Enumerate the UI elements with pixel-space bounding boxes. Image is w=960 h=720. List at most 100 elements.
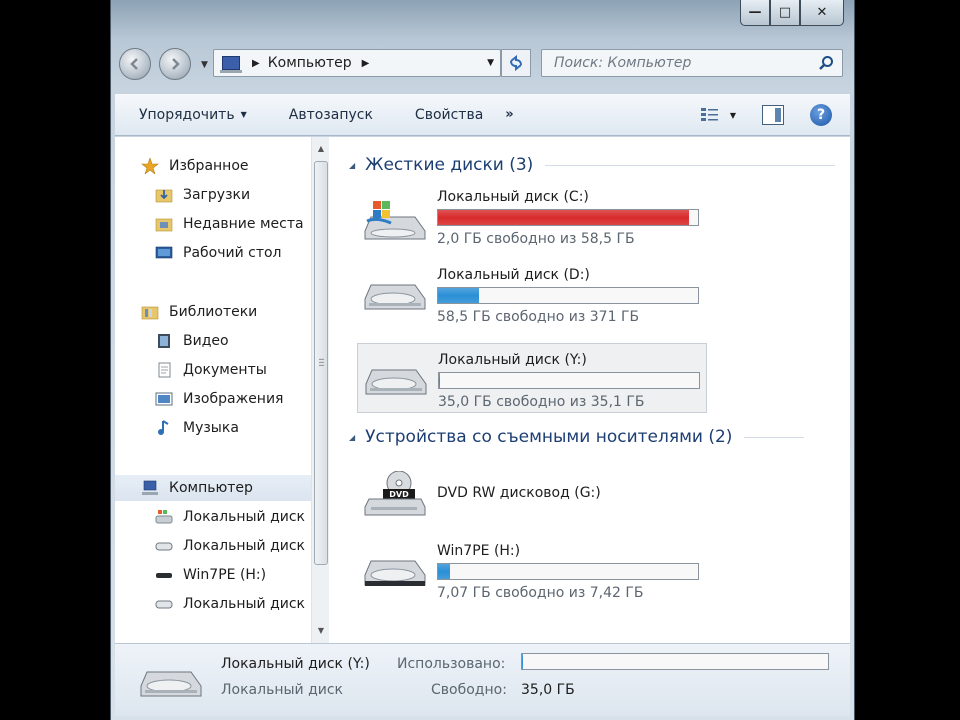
hard-drive-icon [140, 671, 202, 697]
drive-tile-dvd[interactable]: DVD DVD RW дисковод (G:) [357, 455, 707, 525]
recent-places-icon [155, 218, 173, 232]
music-library-icon [158, 420, 169, 435]
refresh-button[interactable] [501, 49, 531, 77]
caption-buttons: — □ ✕ [740, 0, 844, 26]
details-usage-bar [521, 653, 829, 670]
sidebar-item-documents[interactable]: Документы [115, 357, 267, 383]
star-icon [141, 158, 159, 174]
sidebar-item-pictures[interactable]: Изображения [115, 386, 283, 412]
sidebar-item-label: Win7PE (H:) [183, 567, 267, 583]
drive-usage-bar [437, 287, 699, 304]
details-used-label: Использовано: [397, 656, 506, 672]
scroll-up-icon[interactable]: ▲ [312, 139, 330, 157]
sidebar-item-drive[interactable]: Локальный диск [115, 591, 305, 617]
scrollbar-thumb[interactable]: ─ ─ ─ [314, 161, 328, 565]
search-input[interactable] [542, 50, 802, 76]
sidebar-group-label: Компьютер [169, 480, 253, 496]
sidebar-group-favorites[interactable]: Избранное [115, 153, 249, 179]
drive-usage-fill [438, 210, 690, 225]
back-button[interactable] [119, 48, 151, 80]
group-header-removable[interactable]: ◢ Устройства со съемными носителями (2) [349, 425, 805, 449]
address-bar[interactable]: ▶ Компьютер ▶ ▼ [213, 49, 501, 77]
help-icon[interactable]: ? [810, 104, 832, 126]
drive-tile-usb[interactable]: Win7PE (H:) 7,07 ГБ свободно из 7,42 ГБ [357, 535, 707, 605]
content-pane: ◢ Жесткие диски (3) Локальный диск (C:) … [329, 137, 850, 643]
drive-name: DVD RW дисковод (G:) [437, 485, 601, 501]
drive-tile-d[interactable]: Локальный диск (D:) 58,5 ГБ свободно из … [357, 259, 707, 329]
drive-tile-c[interactable]: Локальный диск (C:) 2,0 ГБ свободно из 5… [357, 181, 707, 251]
group-header-hard-disks[interactable]: ◢ Жесткие диски (3) [349, 153, 836, 177]
details-free-value: 35,0 ГБ [521, 682, 575, 698]
sidebar-item-music[interactable]: Музыка [115, 415, 239, 441]
details-drive-type: Локальный диск [221, 682, 344, 698]
sidebar-group-computer[interactable]: Компьютер [115, 475, 311, 501]
change-view-icon[interactable] [700, 106, 720, 124]
usb-drive-icon [364, 560, 426, 586]
address-dropdown-icon[interactable]: ▼ [487, 58, 494, 68]
sidebar-item-label: Изображения [183, 391, 284, 407]
sidebar-group-libraries[interactable]: Библиотеки [115, 299, 257, 325]
search-icon[interactable] [818, 55, 834, 71]
sidebar-item-desktop[interactable]: Рабочий стол [115, 240, 282, 266]
details-free-label: Свободно: [431, 682, 507, 698]
chevron-down-icon: ▼ [240, 110, 247, 119]
refresh-icon [510, 55, 522, 71]
organize-button[interactable]: Упорядочить ▼ [115, 107, 269, 123]
details-usage-fill [522, 654, 523, 669]
pictures-library-icon [155, 392, 173, 406]
sidebar-item-label: Локальный диск [183, 596, 306, 612]
drive-usage-bar [437, 563, 699, 580]
breadcrumb-chevron-icon[interactable]: ▶ [252, 58, 260, 69]
sidebar-item-label: Музыка [183, 420, 239, 436]
close-icon: ✕ [816, 5, 828, 20]
maximize-button[interactable]: □ [770, 0, 800, 26]
drive-usage-bar [438, 372, 700, 389]
navigation-pane-scrollbar[interactable]: ▲ ─ ─ ─ ▼ [311, 137, 329, 643]
breadcrumb-computer[interactable]: Компьютер [268, 55, 352, 71]
close-button[interactable]: ✕ [800, 0, 844, 26]
sidebar-item-downloads[interactable]: Загрузки [115, 182, 250, 208]
collapse-icon[interactable]: ◢ [349, 433, 355, 442]
toolbar-right: ▼ ? [700, 94, 850, 136]
drive-tile-y[interactable]: Локальный диск (Y:) 35,0 ГБ свободно из … [357, 343, 707, 413]
forward-button[interactable] [159, 48, 191, 80]
explorer-window: — □ ✕ ▼ ▶ Компьютер ▶ ▼ Поиск: Компьютер… [110, 0, 855, 720]
search-box [541, 49, 843, 77]
views-dropdown-icon[interactable]: ▼ [730, 111, 736, 120]
sidebar-item-usb-drive[interactable]: Win7PE (H:) [115, 562, 266, 588]
scroll-down-icon[interactable]: ▼ [312, 621, 330, 639]
navigation-bar: ▼ ▶ Компьютер ▶ ▼ [111, 44, 856, 86]
sidebar-item-video[interactable]: Видео [115, 328, 229, 354]
sidebar-item-drive[interactable]: Локальный диск [115, 533, 305, 559]
drive-name: Win7PE (H:) [437, 543, 521, 559]
properties-button[interactable]: Свойства [395, 107, 505, 123]
drive-free-space: 7,07 ГБ свободно из 7,42 ГБ [437, 585, 644, 601]
drive-usage-fill [438, 564, 451, 579]
video-library-icon [158, 334, 170, 348]
computer-icon [142, 480, 158, 495]
scrollbar-grip-icon: ─ ─ ─ [319, 355, 324, 370]
group-title: Жесткие диски (3) [365, 155, 534, 175]
collapse-icon[interactable]: ◢ [349, 161, 355, 170]
breadcrumb-chevron-icon[interactable]: ▶ [362, 58, 370, 69]
sidebar-item-label: Локальный диск [183, 509, 306, 525]
minimize-button[interactable]: — [740, 0, 770, 26]
dvd-drive-icon: DVD [364, 471, 426, 516]
computer-icon [220, 56, 242, 73]
hard-drive-icon [365, 369, 427, 395]
hard-drive-icon [155, 600, 173, 609]
sidebar-item-label: Загрузки [183, 187, 251, 203]
sidebar-item-drive[interactable]: Локальный диск [115, 504, 305, 530]
navigation-pane: Избранное Загрузки Недавние места Рабочи… [115, 137, 311, 643]
sidebar-group-label: Библиотеки [169, 304, 258, 320]
group-title: Устройства со съемными носителями (2) [365, 427, 733, 447]
autoplay-button[interactable]: Автозапуск [269, 107, 395, 123]
drive-name: Локальный диск (C:) [437, 189, 589, 205]
preview-pane-icon[interactable] [762, 105, 784, 125]
more-commands-button[interactable]: » [505, 107, 513, 122]
drive-usage-fill [439, 373, 440, 388]
windows-drive-icon [155, 510, 173, 524]
recent-pages-dropdown[interactable]: ▼ [201, 60, 208, 70]
libraries-icon [141, 306, 159, 320]
sidebar-item-recent-places[interactable]: Недавние места [115, 211, 304, 237]
